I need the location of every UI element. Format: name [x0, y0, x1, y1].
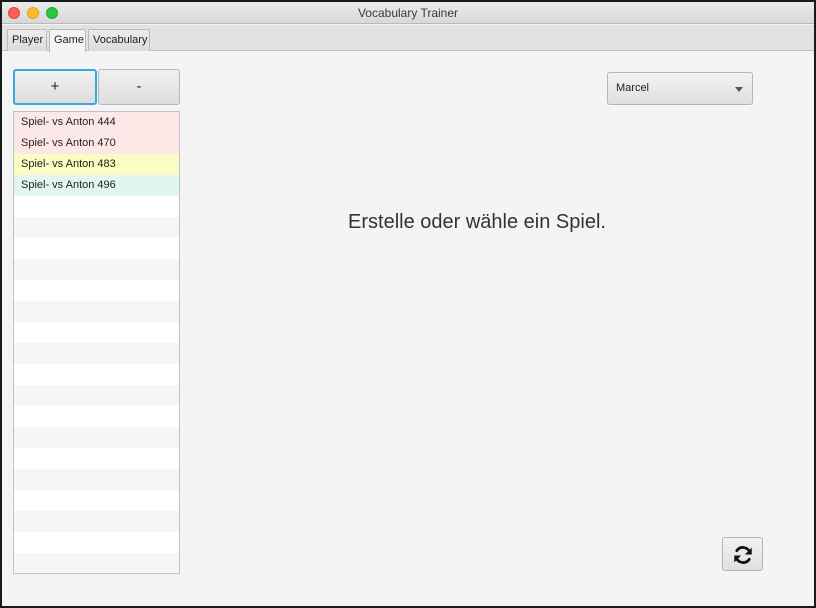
player-select-value: Marcel — [616, 82, 650, 94]
game-list-item[interactable]: Spiel- vs Anton 470 — [14, 133, 179, 154]
chevron-down-icon — [735, 87, 743, 92]
player-select[interactable]: Marcel — [607, 72, 753, 105]
empty-list-row — [14, 553, 179, 573]
empty-list-row — [14, 217, 179, 238]
empty-list-row — [14, 238, 179, 259]
remove-game-button[interactable]: - — [98, 69, 180, 105]
app-window: Vocabulary Trainer Player Game Vocabular… — [0, 0, 816, 608]
add-game-button[interactable]: + — [13, 69, 97, 105]
empty-list-row — [14, 343, 179, 364]
empty-list-row — [14, 511, 179, 532]
empty-list-row — [14, 364, 179, 385]
title-bar: Vocabulary Trainer — [2, 2, 814, 24]
refresh-button[interactable] — [722, 537, 763, 571]
empty-list-row — [14, 406, 179, 427]
tab-bar: Player Game Vocabulary — [2, 25, 814, 52]
empty-state-message: Erstelle oder wähle ein Spiel. — [348, 211, 606, 233]
empty-list-row — [14, 427, 179, 448]
empty-list-row — [14, 532, 179, 553]
empty-list-row — [14, 322, 179, 343]
empty-list-row — [14, 259, 179, 280]
tab-game[interactable]: Game — [49, 29, 86, 52]
empty-list-row — [14, 301, 179, 322]
game-list-item[interactable]: Spiel- vs Anton 496 — [14, 175, 179, 196]
refresh-icon — [734, 546, 752, 564]
empty-list-row — [14, 280, 179, 301]
game-list-item[interactable]: Spiel- vs Anton 483 — [14, 154, 179, 175]
empty-list-row — [14, 196, 179, 217]
empty-list-row — [14, 448, 179, 469]
empty-list-row — [14, 490, 179, 511]
game-list[interactable]: Spiel- vs Anton 444 Spiel- vs Anton 470 Sp… — [13, 111, 180, 574]
tab-vocabulary[interactable]: Vocabulary — [88, 29, 150, 51]
empty-list-row — [14, 385, 179, 406]
tab-player[interactable]: Player — [7, 29, 47, 51]
empty-list-row — [14, 469, 179, 490]
game-list-item[interactable]: Spiel- vs Anton 444 — [14, 112, 179, 133]
window-title: Vocabulary Trainer — [357, 6, 459, 20]
